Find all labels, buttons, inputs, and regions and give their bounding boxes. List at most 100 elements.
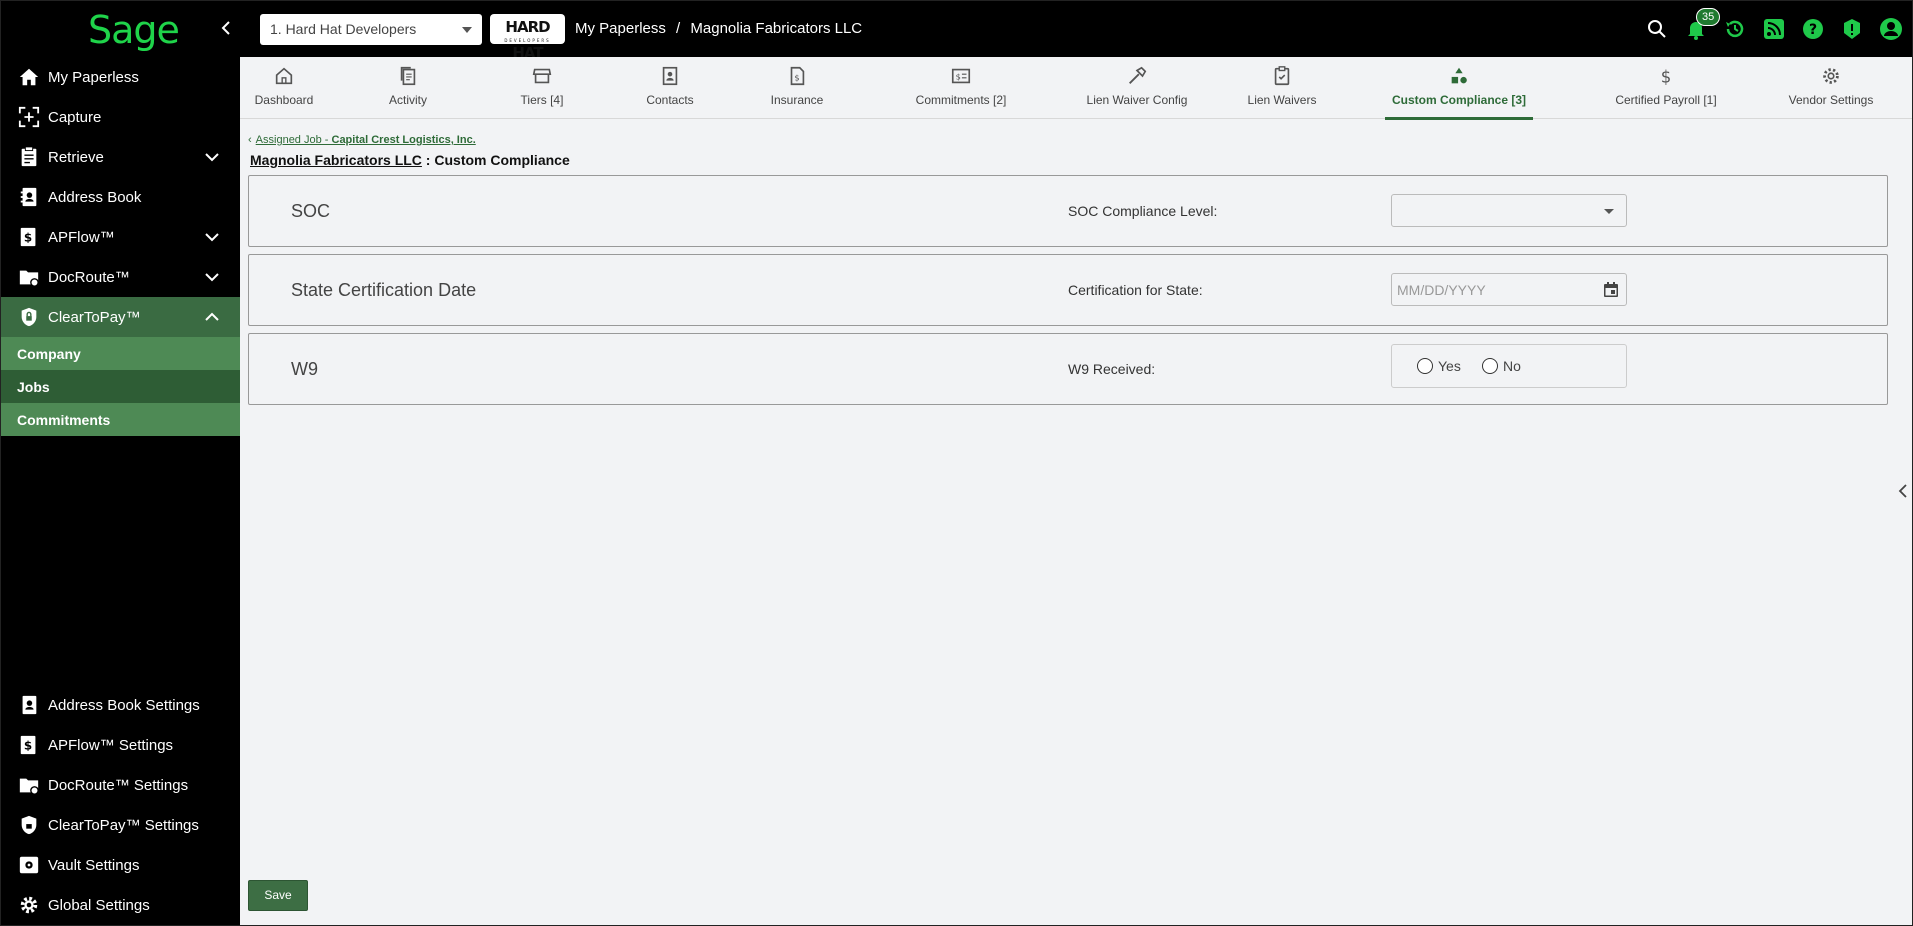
dollar-doc-icon: $ — [16, 224, 42, 250]
breadcrumb-vendor: Magnolia Fabricators LLC — [690, 20, 863, 37]
sidebar-item-label: DocRoute™ — [48, 268, 130, 286]
shapes-icon — [1448, 65, 1470, 87]
sidebar-subitem-commitments[interactable]: Commitments — [0, 403, 240, 436]
certification-date-input[interactable]: MM/DD/YYYY — [1391, 273, 1627, 306]
chevron-left-icon[interactable] — [1897, 482, 1909, 500]
tab-bar: Dashboard Activity Tiers [4] Contacts $ … — [240, 57, 1913, 120]
tab-dashboard[interactable]: Dashboard — [254, 57, 314, 119]
sidebar-item-retrieve[interactable]: Retrieve — [0, 137, 240, 177]
capture-icon — [16, 104, 42, 130]
card-title: State Certification Date — [291, 280, 477, 300]
tab-commitments[interactable]: $ Commitments [2] — [896, 57, 1026, 119]
card-title: W9 — [291, 359, 318, 379]
sidebar: My Paperless Capture Retrieve Address Bo… — [0, 57, 240, 926]
sidebar-item-cleartopay-settings[interactable]: ClearToPay™ Settings — [0, 805, 240, 845]
tab-activity[interactable]: Activity — [376, 57, 440, 119]
svg-text:$: $ — [1661, 67, 1672, 86]
sidebar-item-address-book[interactable]: Address Book — [0, 177, 240, 217]
collapse-sidebar-icon[interactable] — [216, 16, 236, 40]
tab-insurance[interactable]: $ Insurance — [764, 57, 830, 119]
svg-text:$: $ — [24, 739, 32, 753]
sidebar-item-label: ClearToPay™ — [48, 308, 141, 326]
sidebar-item-vault-settings[interactable]: Vault Settings — [0, 845, 240, 885]
sidebar-item-label: Capture — [48, 108, 102, 126]
folder-route-icon — [16, 264, 42, 290]
compliance-card-w9: W9 W9 Received: Yes No — [248, 333, 1888, 405]
sidebar-item-apflow-settings[interactable]: $ APFlow™ Settings — [0, 725, 240, 765]
search-icon[interactable] — [1641, 13, 1673, 45]
chevron-down-icon[interactable] — [204, 269, 220, 285]
sidebar-item-label: Global Settings — [48, 896, 150, 914]
alert-icon[interactable] — [1836, 13, 1868, 45]
home-icon — [16, 64, 42, 90]
svg-text:$: $ — [794, 73, 799, 83]
tab-custom-compliance[interactable]: Custom Compliance [3] — [1385, 57, 1533, 120]
vendor-link[interactable]: Magnolia Fabricators LLC — [250, 152, 422, 168]
organization-select[interactable]: 1. Hard Hat Developers — [260, 14, 482, 45]
tab-certified-payroll[interactable]: $ Certified Payroll [1] — [1594, 57, 1738, 119]
sidebar-item-address-book-settings[interactable]: Address Book Settings — [0, 685, 240, 725]
house-icon — [273, 65, 295, 87]
w9-no-radio[interactable]: No — [1482, 358, 1521, 374]
store-icon — [531, 65, 553, 87]
sidebar-subitem-company[interactable]: Company — [0, 337, 240, 370]
sidebar-item-cleartopay[interactable]: ClearToPay™ — [0, 297, 240, 337]
sidebar-item-docroute-settings[interactable]: DocRoute™ Settings — [0, 765, 240, 805]
contact-book-icon — [659, 65, 681, 87]
header-icons: 35 ? — [1634, 8, 1913, 46]
tab-lien-waivers[interactable]: Lien Waivers — [1242, 57, 1322, 119]
help-icon[interactable]: ? — [1797, 13, 1829, 45]
shield-lock-icon — [16, 812, 42, 838]
dollar-doc-icon: $ — [16, 732, 42, 758]
tab-contacts[interactable]: Contacts — [638, 57, 702, 119]
gear-icon — [16, 892, 42, 918]
folder-route-icon — [16, 772, 42, 798]
card-title: SOC — [291, 201, 331, 221]
assigned-job-link[interactable]: ‹ Assigned Job - Capital Crest Logistics,… — [248, 134, 476, 146]
tab-tiers[interactable]: Tiers [4] — [512, 57, 572, 119]
sidebar-item-label: DocRoute™ Settings — [48, 776, 189, 794]
chevron-left-icon: ‹ — [248, 134, 252, 146]
compliance-card-state-certification: State Certification Date Certification f… — [248, 254, 1888, 326]
rss-icon[interactable] — [1758, 13, 1790, 45]
sidebar-item-label: Vault Settings — [48, 856, 140, 874]
bell-icon[interactable]: 35 — [1680, 8, 1721, 45]
sage-logo[interactable]: Sage — [88, 8, 180, 52]
sidebar-item-label: Retrieve — [48, 148, 104, 166]
field-label: SOC Compliance Level: — [1068, 203, 1218, 219]
sidebar-item-global-settings[interactable]: Global Settings — [0, 885, 240, 925]
field-label: Certification for State: — [1068, 282, 1203, 298]
address-book-icon — [16, 184, 42, 210]
sidebar-item-docroute[interactable]: DocRoute™ — [0, 257, 240, 297]
w9-yes-radio[interactable]: Yes — [1417, 358, 1461, 374]
field-label: W9 Received: — [1068, 361, 1156, 377]
calendar-icon[interactable] — [1602, 281, 1620, 299]
hammer-icon — [1126, 65, 1148, 87]
user-icon[interactable] — [1875, 13, 1907, 45]
history-icon[interactable] — [1719, 13, 1751, 45]
page-title: Magnolia Fabricators LLC : Custom Compli… — [250, 152, 570, 168]
sidebar-item-label: My Paperless — [48, 68, 139, 86]
chevron-down-icon[interactable] — [204, 229, 220, 245]
sidebar-item-capture[interactable]: Capture — [0, 97, 240, 137]
svg-text:$: $ — [956, 72, 961, 82]
money-doc-icon: $ — [950, 65, 972, 87]
sidebar-subitem-jobs[interactable]: Jobs — [0, 370, 240, 403]
chevron-down-icon — [462, 27, 472, 33]
organization-select-value: 1. Hard Hat Developers — [270, 21, 417, 37]
breadcrumb-my-paperless[interactable]: My Paperless — [575, 20, 666, 37]
chevron-up-icon[interactable] — [204, 309, 220, 325]
soc-compliance-level-select[interactable] — [1391, 194, 1627, 227]
sidebar-item-apflow[interactable]: $ APFlow™ — [0, 217, 240, 257]
sidebar-item-label: Address Book — [48, 188, 142, 206]
clipboard-icon — [16, 144, 42, 170]
notification-badge: 35 — [1696, 8, 1721, 26]
dollar-icon: $ — [1655, 65, 1677, 87]
tab-lien-waiver-config[interactable]: Lien Waiver Config — [1066, 57, 1208, 119]
save-button[interactable]: Save — [248, 880, 308, 911]
tab-vendor-settings[interactable]: Vendor Settings — [1776, 57, 1886, 119]
address-book-icon — [16, 692, 42, 718]
chevron-down-icon[interactable] — [204, 149, 220, 165]
sidebar-item-my-paperless[interactable]: My Paperless — [0, 57, 240, 97]
compliance-card-soc: SOC SOC Compliance Level: — [248, 175, 1888, 247]
